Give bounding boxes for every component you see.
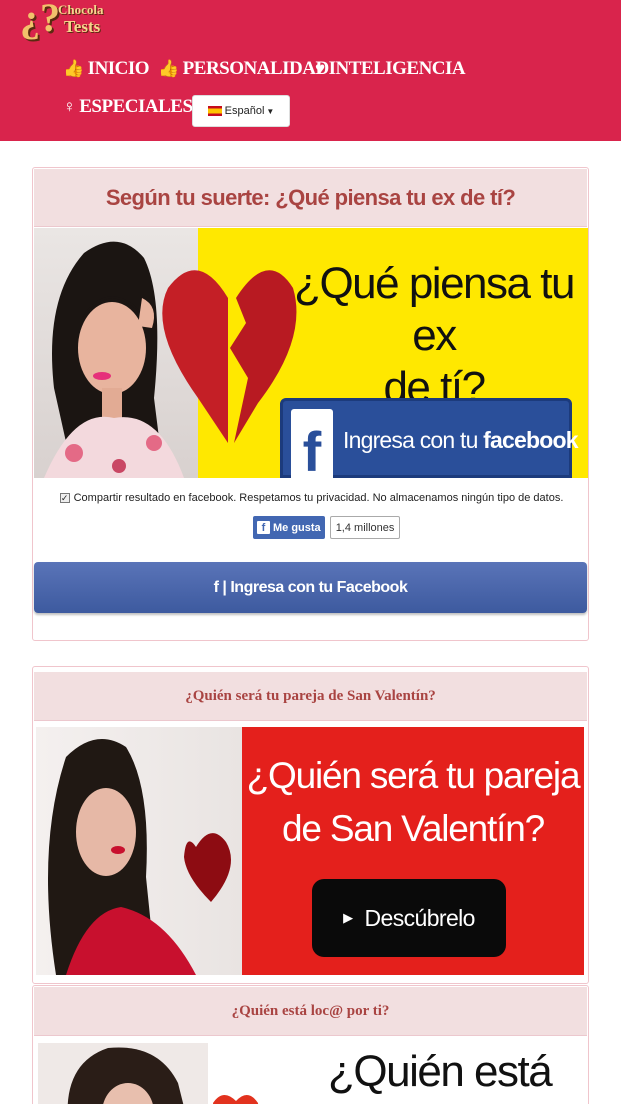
quiz-banner-valentine[interactable]: ¿Quién será tu pareja de San Valentín? ▶… — [36, 727, 584, 975]
like-count: 1,4 millones — [329, 516, 401, 539]
play-icon: ▶ — [343, 910, 353, 925]
woman-portrait-image — [38, 1043, 259, 1104]
quiz-title[interactable]: Según tu suerte: ¿Qué piensa tu ex de tí… — [34, 169, 587, 227]
banner-headline: ¿Qué piensa tu ex de tí? — [294, 259, 575, 412]
woman-portrait-image — [48, 739, 231, 975]
nav-item-inteligencia[interactable]: ♥ INTELIGENCIA — [315, 55, 466, 83]
quiz-card-crazy: ¿Quién está loc@ por ti? ¿Quién está — [32, 985, 589, 1104]
nav-item-personalidad[interactable]: 👍 PERSONALIDAD — [158, 55, 329, 83]
quiz-title[interactable]: ¿Quién está loc@ por ti? — [34, 987, 587, 1036]
site-logo[interactable]: ¿? Chocola Tests — [20, 0, 106, 44]
nav-item-inicio[interactable]: 👍 INICIO — [63, 55, 150, 83]
banner-facebook-box: f Ingresa con tu facebook — [280, 398, 579, 478]
broken-heart-image — [162, 270, 297, 443]
banner-headline: ¿Quién será tu pareja de San Valentín? — [246, 755, 581, 849]
logo-line1: Chocola — [58, 2, 104, 17]
facebook-login-button[interactable]: f | Ingresa con tu Facebook — [34, 562, 587, 613]
site-header: ¿? Chocola Tests 👍 INICIO 👍 PERSONALIDAD… — [0, 0, 621, 141]
quiz-card-valentine: ¿Quién será tu pareja de San Valentín? ¿… — [32, 666, 589, 984]
logo-line2: Tests — [64, 17, 101, 36]
nav-label: ESPECIALES — [79, 96, 193, 117]
quiz-banner-ex[interactable]: ¿Qué piensa tu ex de tí? f Ingresa con t… — [34, 228, 588, 478]
facebook-like-widget: f Me gusta 1,4 millones — [253, 516, 401, 539]
share-checkbox[interactable]: ✓ — [59, 493, 70, 503]
share-consent-text: Compartir resultado en facebook. Respeta… — [73, 492, 564, 504]
heart-icon: ♥ — [315, 59, 325, 78]
facebook-icon: f — [257, 521, 270, 534]
female-icon: ♀ — [63, 97, 76, 116]
nav-item-especiales[interactable]: ♀ ESPECIALES — [63, 93, 193, 121]
caret-down-icon: ▼ — [266, 106, 275, 116]
thumbs-up-icon: 👍 — [63, 59, 84, 78]
share-consent-row: ✓ Compartir resultado en facebook. Respe… — [33, 492, 590, 504]
logo-mark: ¿? — [20, 0, 60, 40]
banner-headline: ¿Quién está — [328, 1047, 553, 1096]
thumbs-up-icon: 👍 — [158, 59, 179, 78]
nav-label: INICIO — [87, 58, 150, 79]
facebook-like-button[interactable]: f Me gusta — [253, 516, 325, 539]
quiz-title[interactable]: ¿Quién será tu pareja de San Valentín? — [34, 672, 587, 721]
language-label: Español — [224, 105, 265, 117]
spain-flag-icon — [207, 106, 222, 116]
language-selector[interactable]: Español ▼ — [192, 95, 290, 127]
quiz-banner-crazy[interactable]: ¿Quién está — [38, 1043, 586, 1104]
nav-label: INTELIGENCIA — [328, 58, 466, 79]
facebook-f-icon: f — [291, 409, 333, 478]
discover-button[interactable]: ▶ Descúbrelo — [312, 879, 506, 957]
quiz-card-ex: Según tu suerte: ¿Qué piensa tu ex de tí… — [32, 167, 589, 641]
nav-label: PERSONALIDAD — [182, 58, 330, 79]
